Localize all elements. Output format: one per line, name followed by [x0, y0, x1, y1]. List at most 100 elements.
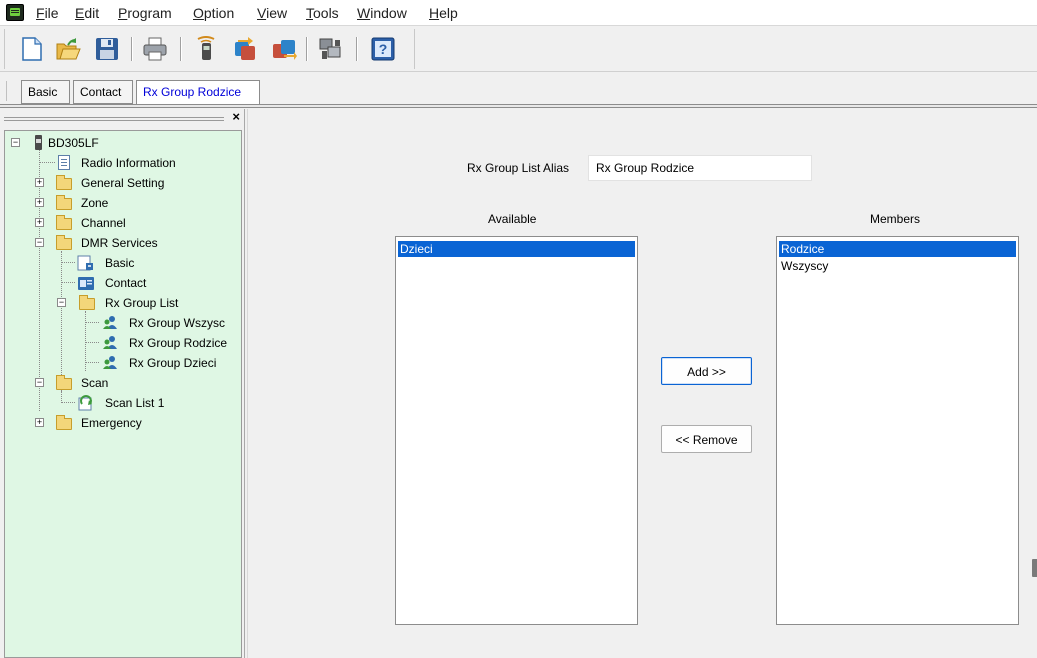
- svg-text:?: ?: [379, 41, 388, 57]
- tree-item-label: Scan List 1: [105, 396, 165, 410]
- tab-contact[interactable]: Contact: [73, 80, 133, 104]
- rx-group-icon: [103, 356, 117, 369]
- menu-option[interactable]: Option: [193, 5, 234, 21]
- menu-bar: File Edit Program Option View Tools Wind…: [0, 0, 1037, 26]
- panel-title-bar[interactable]: ×: [4, 109, 242, 126]
- tree-item-label: Channel: [81, 216, 126, 230]
- tabbar-grip: [6, 81, 8, 101]
- tree-item-label: Contact: [105, 276, 147, 290]
- help-icon[interactable]: ?: [369, 35, 397, 63]
- basic-settings-icon: [77, 255, 93, 271]
- tree-item-label: General Setting: [81, 176, 165, 190]
- remove-button[interactable]: << Remove: [661, 425, 752, 453]
- tree-item-contact[interactable]: Contact: [5, 273, 241, 292]
- expand-icon[interactable]: +: [35, 178, 44, 187]
- tree-item-radio-information[interactable]: Radio Information: [5, 153, 241, 172]
- rx-group-icon: [103, 336, 117, 349]
- panel-grip: [4, 117, 224, 121]
- menu-program-rest: rogram: [127, 5, 172, 21]
- menu-option-rest: ption: [203, 5, 235, 21]
- radio-icon: [35, 135, 42, 150]
- menu-file-key: F: [36, 5, 45, 21]
- read-radio-icon[interactable]: [192, 35, 220, 63]
- open-folder-icon[interactable]: [54, 35, 82, 63]
- tree-item-label: Rx Group Dzieci: [129, 356, 217, 370]
- expand-icon[interactable]: +: [35, 218, 44, 227]
- menu-help[interactable]: Help: [429, 5, 458, 21]
- menu-program[interactable]: Program: [118, 5, 172, 21]
- tab-basic[interactable]: Basic: [21, 80, 70, 104]
- print-icon[interactable]: [141, 35, 169, 63]
- menu-tools-key: T: [306, 5, 313, 21]
- toolbar-separator: [306, 37, 307, 61]
- available-listbox[interactable]: Dzieci: [395, 236, 638, 625]
- menu-edit-rest: dit: [84, 5, 100, 21]
- tree-item-scan[interactable]: − Scan: [5, 373, 241, 392]
- list-item[interactable]: Dzieci: [398, 241, 635, 257]
- tree-item-rx-group-list[interactable]: − Rx Group List: [5, 293, 241, 312]
- tree-item-basic[interactable]: Basic: [5, 253, 241, 272]
- tree-item-label: Zone: [81, 196, 109, 210]
- menu-program-key: P: [118, 5, 128, 21]
- toolbar-separator: [180, 37, 181, 61]
- expand-icon[interactable]: +: [35, 418, 44, 427]
- tab-content-border: [0, 104, 1037, 108]
- tree-item-label: BD305LF: [48, 136, 99, 150]
- tree-item-label: DMR Services: [81, 236, 158, 250]
- tree-item-zone[interactable]: + Zone: [5, 193, 241, 212]
- folder-icon: [79, 295, 95, 310]
- tab-rx-group-rodzice[interactable]: Rx Group Rodzice: [136, 80, 260, 107]
- menu-window[interactable]: Window: [357, 5, 407, 21]
- menu-help-rest: elp: [439, 5, 458, 21]
- tree-item-emergency[interactable]: + Emergency: [5, 413, 241, 432]
- menu-view[interactable]: View: [257, 5, 287, 21]
- menu-tools-rest: ools: [313, 5, 339, 21]
- tree-item-rx-group-rodzice[interactable]: Rx Group Rodzice: [5, 333, 241, 352]
- app-icon[interactable]: [6, 4, 24, 21]
- expand-icon[interactable]: +: [35, 198, 44, 207]
- folder-icon: [56, 235, 72, 250]
- collapse-icon[interactable]: −: [57, 298, 66, 307]
- rx-group-editor: Rx Group List Alias Rx Group Rodzice Ava…: [248, 109, 1037, 658]
- available-label: Available: [488, 212, 537, 226]
- tree-item-dmr-services[interactable]: − DMR Services: [5, 233, 241, 252]
- alias-field[interactable]: Rx Group Rodzice: [588, 155, 812, 181]
- collapse-icon[interactable]: −: [35, 378, 44, 387]
- tree-item-general-setting[interactable]: + General Setting: [5, 173, 241, 192]
- new-file-icon[interactable]: [18, 35, 46, 63]
- save-icon[interactable]: [93, 35, 121, 63]
- members-listbox[interactable]: Rodzice Wszyscy: [776, 236, 1019, 625]
- tree-item-label: Scan: [81, 376, 109, 390]
- collapse-icon[interactable]: −: [35, 238, 44, 247]
- list-item[interactable]: Rodzice: [779, 241, 1016, 257]
- tree-item-root[interactable]: − BD305LF: [5, 133, 241, 152]
- scan-list-icon: [78, 395, 92, 411]
- add-button[interactable]: Add >>: [661, 357, 752, 385]
- panel-edge-handle[interactable]: [1032, 559, 1037, 577]
- folder-icon: [56, 195, 72, 210]
- folder-icon: [56, 415, 72, 430]
- tree-item-scan-list-1[interactable]: Scan List 1: [5, 393, 241, 412]
- tree-item-rx-group-dzieci[interactable]: Rx Group Dzieci: [5, 353, 241, 372]
- menu-help-key: H: [429, 5, 440, 21]
- folder-icon: [56, 215, 72, 230]
- folder-icon: [56, 175, 72, 190]
- tree-item-rx-group-wszyscy[interactable]: Rx Group Wszysc: [5, 313, 241, 332]
- menu-view-rest: iew: [266, 5, 288, 21]
- program-icon[interactable]: [316, 35, 344, 63]
- menu-tools[interactable]: Tools: [306, 5, 339, 21]
- copy-radio-icon[interactable]: [270, 35, 298, 63]
- tree-item-channel[interactable]: + Channel: [5, 213, 241, 232]
- menu-file[interactable]: File: [36, 5, 59, 21]
- tree-item-label: Rx Group Wszysc: [129, 316, 226, 330]
- collapse-icon[interactable]: −: [11, 138, 20, 147]
- write-radio-icon[interactable]: [231, 35, 259, 63]
- tree-item-label: Basic: [105, 256, 135, 270]
- members-label: Members: [870, 212, 921, 226]
- menu-window-key: W: [357, 5, 371, 21]
- list-item[interactable]: Wszyscy: [779, 258, 1016, 274]
- menu-view-key: V: [257, 5, 267, 21]
- toolbar-separator: [131, 37, 132, 61]
- menu-edit[interactable]: Edit: [75, 5, 99, 21]
- close-icon[interactable]: ×: [232, 109, 240, 124]
